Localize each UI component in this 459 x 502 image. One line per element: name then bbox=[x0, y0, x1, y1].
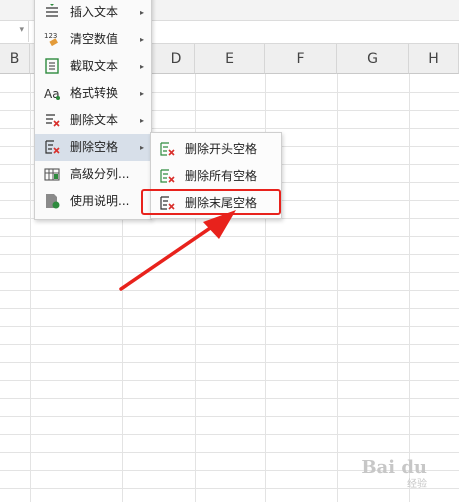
highlight-box bbox=[141, 189, 281, 215]
menu-item-delete-text[interactable]: 删除文本 ▸ bbox=[35, 107, 151, 134]
row-gridline bbox=[0, 290, 459, 291]
help-doc-icon bbox=[46, 194, 60, 209]
watermark: Bai du 经验 bbox=[361, 457, 427, 490]
row-gridline bbox=[0, 326, 459, 327]
format-convert-icon: Aa bbox=[44, 87, 60, 101]
menu-item-label: 使用说明... bbox=[70, 194, 130, 208]
menu-item-label: 高级分列... bbox=[70, 167, 130, 181]
row-gridline bbox=[0, 344, 459, 345]
row-gridline bbox=[0, 236, 459, 237]
clear-values-icon: 123 bbox=[44, 32, 58, 47]
menu-item-help[interactable]: 使用说明... bbox=[35, 188, 151, 215]
chevron-right-icon: ▸ bbox=[139, 116, 144, 125]
menu-item-extract-text[interactable]: 截取文本 ▸ bbox=[35, 53, 151, 80]
extract-text-icon bbox=[45, 58, 59, 74]
chevron-right-icon: ▸ bbox=[139, 62, 144, 71]
row-gridline bbox=[0, 398, 459, 399]
delete-all-spaces-icon bbox=[160, 169, 175, 183]
row-gridline bbox=[0, 272, 459, 273]
column-header-d-label: D bbox=[170, 51, 182, 67]
column-gridline bbox=[337, 74, 338, 502]
advanced-split-icon bbox=[44, 168, 60, 181]
column-gridline bbox=[30, 74, 31, 502]
column-gridline bbox=[409, 74, 410, 502]
menu-item-insert-text[interactable]: 插入文本 ▸ bbox=[35, 0, 151, 26]
row-gridline bbox=[0, 434, 459, 435]
column-header-e[interactable]: E bbox=[195, 44, 265, 74]
menu-item-format-convert[interactable]: Aa 格式转换 ▸ bbox=[35, 80, 151, 107]
chevron-down-icon[interactable]: ▾ bbox=[19, 25, 24, 35]
column-header-h[interactable]: H bbox=[409, 44, 459, 74]
chevron-right-icon: ▸ bbox=[139, 143, 144, 152]
submenu-item-label: 删除所有空格 bbox=[185, 169, 258, 183]
menu-item-advanced-split[interactable]: 高级分列... bbox=[35, 161, 151, 188]
submenu-item-label: 删除开头空格 bbox=[185, 142, 258, 156]
menu-item-clear-values[interactable]: 123 清空数值 ▸ bbox=[35, 26, 151, 53]
delete-spaces-icon bbox=[45, 140, 60, 154]
context-menu: 插入文本 ▸ 123 清空数值 ▸ 截取文本 ▸ Aa 格式转换 ▸ 删除文本 … bbox=[34, 0, 152, 220]
menu-item-delete-spaces[interactable]: 删除空格 ▸ bbox=[35, 134, 151, 161]
delete-leading-spaces-icon bbox=[160, 142, 175, 156]
column-header-b[interactable]: B bbox=[0, 44, 30, 74]
delete-text-icon bbox=[46, 114, 60, 127]
column-header-f[interactable]: F bbox=[265, 44, 337, 74]
insert-text-icon bbox=[46, 4, 58, 17]
row-gridline bbox=[0, 362, 459, 363]
row-gridline bbox=[0, 254, 459, 255]
row-gridline bbox=[0, 416, 459, 417]
row-gridline bbox=[0, 380, 459, 381]
row-gridline bbox=[0, 308, 459, 309]
menu-item-label: 删除空格 bbox=[70, 140, 119, 154]
row-gridline bbox=[0, 452, 459, 453]
chevron-right-icon: ▸ bbox=[139, 8, 144, 17]
menu-item-label: 清空数值 bbox=[70, 32, 119, 46]
menu-item-label: 插入文本 bbox=[70, 5, 119, 19]
chevron-right-icon: ▸ bbox=[139, 89, 144, 98]
menu-item-label: 截取文本 bbox=[70, 59, 119, 73]
submenu-item-delete-leading-spaces[interactable]: 删除开头空格 bbox=[151, 136, 281, 163]
chevron-right-icon: ▸ bbox=[139, 35, 144, 44]
submenu-item-delete-all-spaces[interactable]: 删除所有空格 bbox=[151, 163, 281, 190]
menu-item-label: 删除文本 bbox=[70, 113, 119, 127]
column-header-g[interactable]: G bbox=[337, 44, 409, 74]
name-box[interactable]: ▾ bbox=[0, 21, 29, 42]
menu-item-label: 格式转换 bbox=[70, 86, 119, 100]
